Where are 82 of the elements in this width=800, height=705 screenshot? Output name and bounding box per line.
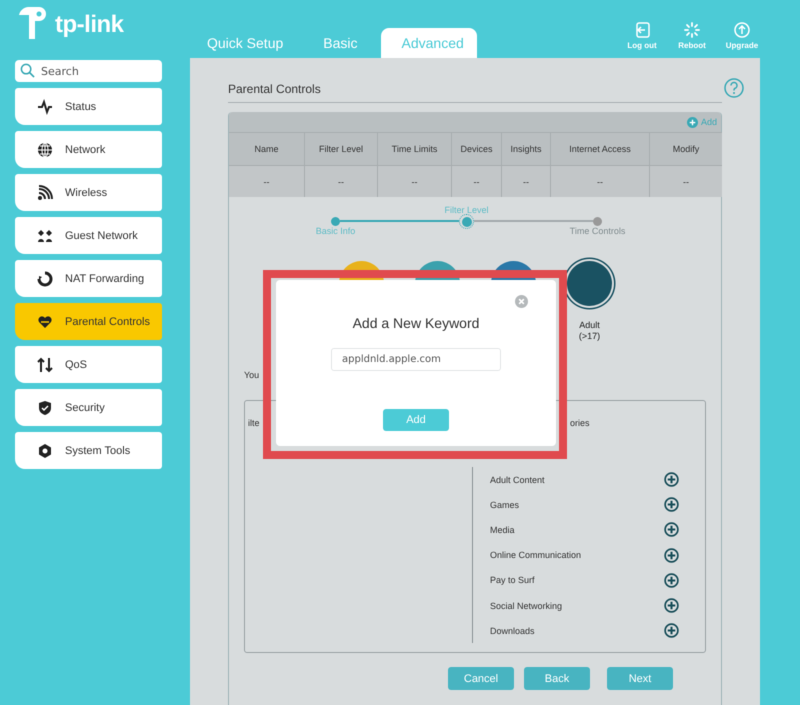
sidebar-item[interactable]: System Tools bbox=[15, 432, 162, 469]
nav-tab[interactable]: Basic bbox=[306, 28, 374, 58]
step-label: Time Controls bbox=[570, 226, 626, 236]
page-title: Parental Controls bbox=[228, 82, 722, 103]
column-header: Name bbox=[229, 132, 304, 165]
sidebar-label: NAT Forwarding bbox=[65, 272, 144, 284]
sidebar-item[interactable]: Network bbox=[15, 131, 162, 168]
sidebar-item[interactable]: NAT Forwarding bbox=[15, 260, 162, 297]
sidebar-label: Wireless bbox=[65, 186, 108, 198]
category-label: Downloads bbox=[490, 626, 535, 636]
add-category-icon[interactable] bbox=[664, 472, 679, 488]
nav-tab[interactable]: Advanced bbox=[380, 28, 476, 58]
add-button[interactable]: Add bbox=[383, 409, 449, 431]
column-header: Devices bbox=[451, 132, 501, 165]
table-cell: -- bbox=[304, 165, 377, 197]
column-header: Modify bbox=[649, 132, 722, 165]
plus-icon bbox=[686, 116, 698, 128]
add-category-icon[interactable] bbox=[664, 598, 679, 614]
step-label: Filter Level bbox=[444, 205, 488, 215]
table-cell: -- bbox=[501, 165, 550, 197]
nav-tab[interactable]: Quick Setup bbox=[190, 28, 300, 58]
logout-button[interactable]: Log out bbox=[624, 22, 660, 50]
exit-icon bbox=[634, 22, 650, 38]
next-button[interactable]: Next bbox=[607, 667, 673, 690]
category-label: Pay to Surf bbox=[490, 575, 535, 586]
sidebar-label: Security bbox=[65, 402, 105, 414]
back-button[interactable]: Back bbox=[524, 667, 590, 690]
search-icon bbox=[20, 63, 35, 78]
step-label: Basic Info bbox=[316, 226, 356, 236]
column-header: Filter Level bbox=[304, 132, 377, 165]
upgrade-button[interactable]: Upgrade bbox=[724, 22, 760, 50]
add-category-icon[interactable] bbox=[664, 572, 679, 588]
add-category-icon[interactable] bbox=[664, 548, 679, 563]
hint-text: You bbox=[244, 370, 260, 380]
sidebar-item[interactable]: Status bbox=[15, 88, 162, 125]
category-label: Games bbox=[490, 500, 520, 510]
guests-icon bbox=[37, 228, 53, 244]
list-heading: ories bbox=[570, 418, 590, 428]
logo-text: tp-link bbox=[55, 11, 124, 39]
add-category-icon[interactable] bbox=[664, 522, 679, 538]
sidebar-item[interactable]: Parental Controls bbox=[15, 303, 162, 340]
column-header: Internet Access bbox=[550, 132, 649, 165]
sidebar-item[interactable]: QoS bbox=[15, 346, 162, 383]
dialog-title: Add a New Keyword bbox=[352, 315, 480, 331]
sidebar-label: Parental Controls bbox=[65, 316, 150, 328]
heart-icon bbox=[37, 314, 53, 330]
add-link[interactable]: Add bbox=[686, 116, 717, 128]
filter-level-circle[interactable] bbox=[567, 261, 612, 306]
column-header: Insights bbox=[501, 132, 550, 165]
table-cell: -- bbox=[550, 165, 649, 197]
category-label: Online Communication bbox=[490, 550, 582, 560]
category-label: Media bbox=[490, 524, 515, 535]
sidebar-item[interactable]: Guest Network bbox=[15, 217, 162, 254]
table-cell: -- bbox=[229, 165, 304, 197]
category-label: Adult Content bbox=[490, 474, 545, 485]
spinner-icon bbox=[684, 22, 700, 38]
sidebar-item[interactable]: Wireless bbox=[15, 174, 162, 211]
globe-icon bbox=[37, 142, 53, 158]
table-cell: -- bbox=[451, 165, 501, 197]
shield-icon bbox=[37, 400, 53, 416]
cancel-button[interactable]: Cancel bbox=[448, 667, 514, 690]
sidebar-label: QoS bbox=[65, 358, 88, 370]
pulse-icon bbox=[37, 98, 53, 114]
keyword-field[interactable]: appldnld.apple.com bbox=[331, 348, 501, 371]
sidebar-label: Status bbox=[65, 100, 96, 112]
reboot-button[interactable]: Reboot bbox=[674, 22, 710, 50]
updown-arrows-icon bbox=[37, 356, 53, 372]
sidebar-label: System Tools bbox=[65, 444, 130, 456]
sidebar-label: Network bbox=[65, 144, 106, 156]
column-header: Time Limits bbox=[377, 132, 451, 165]
search-field[interactable]: Search bbox=[15, 60, 162, 82]
table-cell: -- bbox=[377, 165, 451, 197]
level-label: Adult (>17) bbox=[578, 320, 600, 342]
refresh-icon bbox=[37, 270, 53, 286]
wifi-icon bbox=[37, 184, 53, 200]
add-category-icon[interactable] bbox=[664, 623, 679, 638]
add-category-icon[interactable] bbox=[664, 497, 679, 512]
sidebar-label: Guest Network bbox=[65, 230, 138, 242]
list-heading: ilte bbox=[248, 418, 260, 428]
table-cell: -- bbox=[649, 165, 722, 197]
sidebar-item[interactable]: Security bbox=[15, 389, 162, 426]
category-label: Social Networking bbox=[490, 600, 562, 611]
